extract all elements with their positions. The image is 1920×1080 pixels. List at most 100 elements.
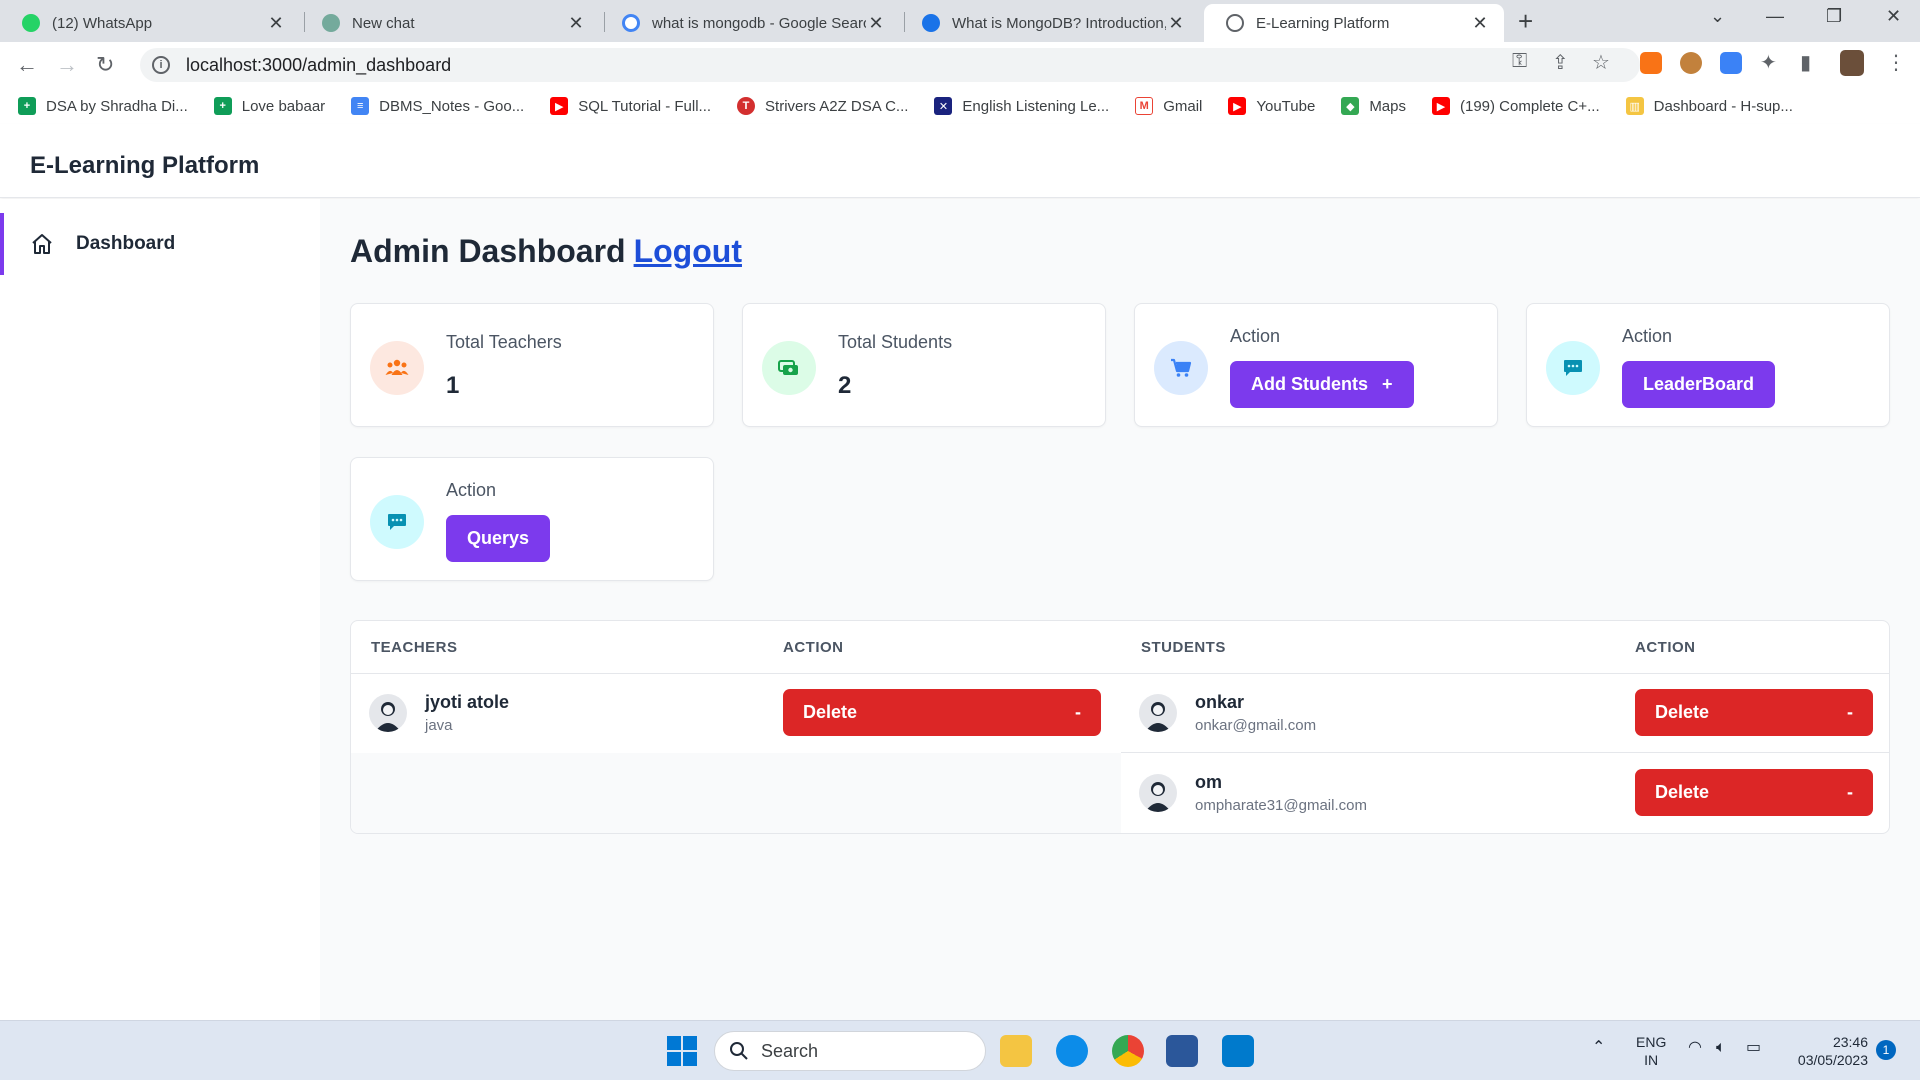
tab-title: What is MongoDB? Introduction, (952, 14, 1166, 32)
bookmark-item[interactable]: ≡ DBMS_Notes - Goo... (351, 97, 524, 115)
chatgpt-icon (322, 14, 340, 32)
extension-icon[interactable] (1640, 52, 1662, 74)
column-header: TEACHERS (371, 639, 458, 656)
profile-avatar[interactable] (1840, 50, 1864, 76)
tab-e-learning[interactable]: E-Learning Platform ✕ (1204, 4, 1504, 42)
taskbar-search[interactable]: Search (714, 1031, 986, 1071)
new-tab-icon[interactable]: + (1518, 6, 1533, 37)
vscode-icon[interactable] (1222, 1035, 1254, 1067)
bookmark-item[interactable]: + DSA by Shradha Di... (18, 97, 188, 115)
word-icon[interactable] (1166, 1035, 1198, 1067)
tab-new-chat[interactable]: New chat ✕ (300, 4, 600, 42)
clock[interactable]: 23:46 03/05/2023 (1784, 1033, 1868, 1069)
volume-icon[interactable]: 🔈︎ (1716, 1039, 1726, 1057)
restore-icon[interactable]: ❐ (1826, 6, 1842, 27)
card-value: 2 (838, 372, 852, 399)
avatar (369, 694, 407, 732)
chevron-up-icon[interactable]: ⌃ (1592, 1039, 1605, 1057)
cookie-icon[interactable] (1680, 52, 1702, 74)
bookmark-item[interactable]: ▶ YouTube (1228, 97, 1315, 115)
student-row: om ompharate31@gmail.com Delete - (1121, 754, 1889, 833)
wifi-icon[interactable]: ◠ (1688, 1039, 1702, 1057)
gmail-icon: M (1135, 97, 1154, 115)
student-row: onkar onkar@gmail.com Delete - (1121, 674, 1889, 753)
close-icon[interactable]: ✕ (266, 13, 286, 34)
tab-mongodb-intro[interactable]: What is MongoDB? Introduction, ✕ (900, 4, 1200, 42)
tab-google-search[interactable]: what is mongodb - Google Searc ✕ (600, 4, 900, 42)
leaderboard-button[interactable]: LeaderBoard (1622, 361, 1776, 408)
add-students-button[interactable]: Add Students + (1230, 361, 1414, 408)
querys-card: Action Querys (350, 457, 714, 581)
bookmark-item[interactable]: ▶ SQL Tutorial - Full... (550, 97, 711, 115)
querys-button[interactable]: Querys (446, 515, 551, 562)
card-label: Action (446, 480, 497, 500)
users-icon (370, 341, 424, 395)
bookmark-item[interactable]: ▶ (199) Complete C+... (1432, 97, 1600, 115)
globe-icon (922, 14, 940, 32)
student-name: onkar (1195, 692, 1245, 712)
minus-icon: - (1075, 702, 1081, 722)
uk-flag-icon: ✕ (934, 97, 953, 115)
reload-icon[interactable]: ↻ (96, 52, 114, 78)
bookmark-item[interactable]: M Gmail (1135, 97, 1202, 115)
back-icon[interactable]: ← (16, 52, 38, 78)
youtube-icon: ▶ (550, 97, 569, 115)
card-value: 1 (446, 372, 460, 399)
search-icon (730, 1042, 748, 1060)
battery-icon[interactable]: ▭ (1746, 1039, 1761, 1057)
search-label: Search (761, 1040, 819, 1061)
bookmark-item[interactable]: T Strivers A2Z DSA C... (737, 97, 908, 115)
bookmark-item[interactable]: ✕ English Listening Le... (934, 97, 1109, 115)
bookmark-item[interactable]: ◆ Maps (1341, 97, 1406, 115)
notification-badge[interactable]: 1 (1876, 1040, 1896, 1060)
logout-link[interactable]: Logout (634, 233, 742, 269)
teacher-name: jyoti atole (425, 692, 510, 712)
dashboard-icon: ▥ (1625, 97, 1644, 115)
tab-search-icon[interactable]: ⌄ (1710, 6, 1725, 27)
windows-start-icon[interactable] (666, 1035, 698, 1067)
site-info-icon[interactable]: i (152, 56, 170, 74)
bookmark-item[interactable]: + Love babaar (213, 97, 325, 115)
forward-icon[interactable]: → (56, 52, 78, 78)
column-header: ACTION (783, 639, 844, 656)
card-label: Action (1622, 326, 1673, 346)
browser-toolbar: ← → ↻ i localhost:3000/admin_dashboard ⚿… (0, 42, 1920, 88)
edge-icon[interactable] (1056, 1035, 1088, 1067)
sidebar-item-dashboard[interactable]: Dashboard (0, 213, 320, 275)
student-name: om (1195, 772, 1222, 792)
avatar (1139, 774, 1177, 812)
close-icon[interactable]: ✕ (1470, 13, 1490, 34)
delete-student-button[interactable]: Delete - (1635, 769, 1873, 816)
app-brand: E-Learning Platform (30, 152, 260, 179)
delete-teacher-button[interactable]: Delete - (783, 689, 1101, 736)
menu-icon[interactable]: ⋮ (1886, 50, 1906, 75)
tab-title: (12) WhatsApp (52, 14, 153, 32)
bookmark-star-icon[interactable]: ☆ (1592, 50, 1610, 75)
google-icon (622, 14, 640, 32)
bookmark-item[interactable]: ▥ Dashboard - H-sup... (1625, 97, 1793, 115)
card-label: Action (1230, 326, 1281, 346)
side-panel-icon[interactable]: ▮ (1800, 50, 1811, 75)
tab-whatsapp[interactable]: (12) WhatsApp ✕ (0, 4, 300, 42)
share-icon[interactable]: ⇪ (1552, 50, 1569, 75)
minus-icon: - (1847, 702, 1853, 722)
close-icon[interactable]: ✕ (1166, 13, 1186, 34)
close-icon[interactable]: ✕ (566, 13, 586, 34)
chat-icon (1546, 341, 1600, 395)
language-indicator[interactable]: ENG IN (1636, 1033, 1666, 1069)
card-label: Total Teachers (446, 332, 562, 352)
delete-student-button[interactable]: Delete - (1635, 689, 1873, 736)
address-bar[interactable]: i localhost:3000/admin_dashboard (140, 48, 1640, 82)
leaderboard-card: Action LeaderBoard (1526, 303, 1890, 427)
file-explorer-icon[interactable] (1000, 1035, 1032, 1067)
key-icon[interactable]: ⚿ (1512, 50, 1527, 73)
minimize-icon[interactable]: — (1766, 6, 1784, 27)
puzzle-icon[interactable]: ✦ (1760, 50, 1777, 75)
close-window-icon[interactable]: ✕ (1886, 6, 1901, 27)
close-icon[interactable]: ✕ (866, 13, 886, 34)
extension-icon[interactable] (1720, 52, 1742, 74)
teacher-row: jyoti atole java Delete - (351, 674, 1121, 753)
chrome-icon[interactable] (1112, 1035, 1144, 1067)
users-table: TEACHERS ACTION STUDENTS ACTION jyoti at… (350, 620, 1890, 834)
column-header: STUDENTS (1141, 639, 1226, 656)
